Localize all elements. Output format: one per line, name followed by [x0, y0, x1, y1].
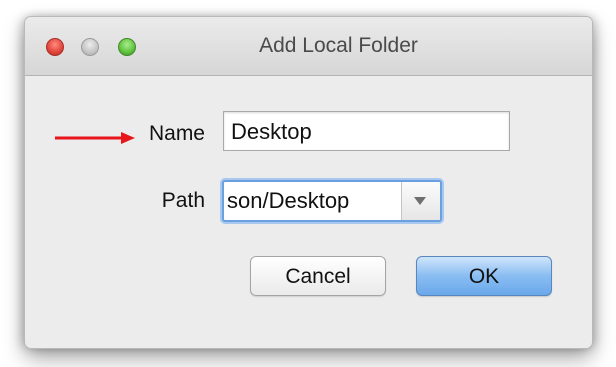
name-label: Name: [148, 122, 205, 145]
chevron-down-icon: [414, 197, 426, 205]
title-bar[interactable]: Add Local Folder: [25, 17, 592, 76]
cancel-button[interactable]: Cancel: [250, 256, 386, 296]
add-local-folder-dialog: Add Local Folder Name Desktop Path son/D…: [25, 17, 592, 348]
window-title: Add Local Folder: [259, 34, 418, 57]
name-input[interactable]: Desktop: [223, 111, 510, 151]
path-label: Path: [161, 189, 205, 212]
ok-button[interactable]: OK: [416, 256, 552, 296]
path-combobox[interactable]: son/Desktop: [222, 180, 442, 222]
path-input[interactable]: son/Desktop: [224, 182, 400, 220]
path-dropdown-button[interactable]: [401, 182, 440, 220]
screen: Add Local Folder Name Desktop Path son/D…: [0, 0, 616, 367]
